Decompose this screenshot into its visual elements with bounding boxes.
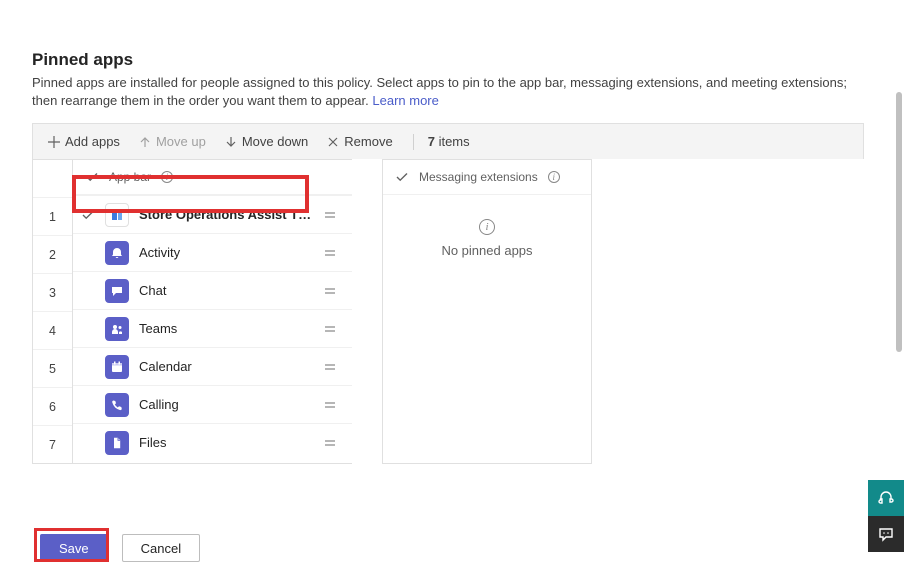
app-icon-teams	[105, 317, 129, 341]
row-number: 1	[33, 197, 72, 235]
select-all-checkbox[interactable]	[395, 170, 409, 184]
row-number: 7	[33, 425, 72, 463]
toolbar-separator	[413, 134, 414, 150]
app-name-label: Store Operations Assist T…	[139, 207, 320, 222]
vertical-scrollbar[interactable]	[892, 52, 904, 588]
scroll-thumb[interactable]	[896, 92, 902, 352]
app-name-label: Calling	[139, 397, 320, 412]
row-number: 5	[33, 349, 72, 387]
select-all-checkbox[interactable]	[85, 170, 99, 184]
pinned-apps-table: 1 2 3 4 5 6 7 App bar i	[32, 159, 864, 464]
app-icon-chat	[105, 279, 129, 303]
row-number-head	[33, 160, 72, 197]
app-name-label: Teams	[139, 321, 320, 336]
drag-handle-icon[interactable]	[320, 398, 340, 412]
item-count: 7 items	[428, 134, 470, 149]
section-title: Pinned apps	[32, 50, 864, 70]
info-icon: i	[479, 219, 495, 235]
row-number: 4	[33, 311, 72, 349]
pinned-apps-section: Pinned apps Pinned apps are installed fo…	[0, 0, 904, 464]
item-count-label: items	[439, 134, 470, 149]
app-row[interactable]: Calling	[73, 385, 352, 423]
messaging-extensions-column: Messaging extensions i i No pinned apps	[382, 159, 592, 464]
move-down-label: Move down	[242, 134, 308, 149]
info-icon[interactable]: i	[161, 171, 173, 183]
app-icon-files	[105, 431, 129, 455]
x-icon	[326, 135, 340, 149]
add-apps-button[interactable]: Add apps	[41, 130, 126, 153]
pinned-apps-toolbar: Add apps Move up Move down Remove	[32, 123, 864, 159]
plus-icon	[47, 135, 61, 149]
app-bar-header-label: App bar	[109, 170, 151, 184]
row-checkbox[interactable]	[73, 208, 103, 222]
app-name-label: Calendar	[139, 359, 320, 374]
app-bar-column: App bar i Store Operations Assist T…	[72, 159, 352, 464]
arrow-down-icon	[224, 135, 238, 149]
section-description-text: Pinned apps are installed for people ass…	[32, 75, 847, 108]
app-row[interactable]: Files	[73, 423, 352, 461]
drag-handle-icon[interactable]	[320, 246, 340, 260]
info-icon[interactable]: i	[548, 171, 560, 183]
drag-handle-icon[interactable]	[320, 436, 340, 450]
remove-label: Remove	[344, 134, 392, 149]
empty-state-label: No pinned apps	[383, 243, 591, 258]
remove-button[interactable]: Remove	[320, 130, 398, 153]
save-button[interactable]: Save	[40, 534, 108, 562]
arrow-up-icon	[138, 135, 152, 149]
row-number: 6	[33, 387, 72, 425]
learn-more-link[interactable]: Learn more	[372, 93, 438, 108]
app-row[interactable]: Activity	[73, 233, 352, 271]
app-row[interactable]: Store Operations Assist T…	[73, 195, 352, 233]
app-icon-activity	[105, 241, 129, 265]
app-icon-calling	[105, 393, 129, 417]
drag-handle-icon[interactable]	[320, 360, 340, 374]
cancel-button[interactable]: Cancel	[122, 534, 200, 562]
app-icon-store	[105, 203, 129, 227]
messaging-header: Messaging extensions i	[383, 160, 591, 195]
footer-actions: Save Cancel	[0, 534, 904, 568]
item-count-number: 7	[428, 134, 435, 149]
app-name-label: Activity	[139, 245, 320, 260]
app-row[interactable]: Calendar	[73, 347, 352, 385]
page-root: Pinned apps Pinned apps are installed fo…	[0, 0, 904, 588]
messaging-header-label: Messaging extensions	[419, 170, 538, 184]
move-up-button[interactable]: Move up	[132, 130, 212, 153]
section-description: Pinned apps are installed for people ass…	[32, 74, 864, 109]
move-up-label: Move up	[156, 134, 206, 149]
drag-handle-icon[interactable]	[320, 284, 340, 298]
drag-handle-icon[interactable]	[320, 208, 340, 222]
app-row[interactable]: Chat	[73, 271, 352, 309]
row-number: 3	[33, 273, 72, 311]
row-number-column: 1 2 3 4 5 6 7	[32, 159, 72, 464]
move-down-button[interactable]: Move down	[218, 130, 314, 153]
app-row[interactable]: Teams	[73, 309, 352, 347]
app-name-label: Files	[139, 435, 320, 450]
row-number: 2	[33, 235, 72, 273]
messaging-empty-state: i No pinned apps	[383, 195, 591, 294]
app-icon-calendar	[105, 355, 129, 379]
app-name-label: Chat	[139, 283, 320, 298]
add-apps-label: Add apps	[65, 134, 120, 149]
drag-handle-icon[interactable]	[320, 322, 340, 336]
app-bar-header: App bar i	[73, 160, 352, 195]
